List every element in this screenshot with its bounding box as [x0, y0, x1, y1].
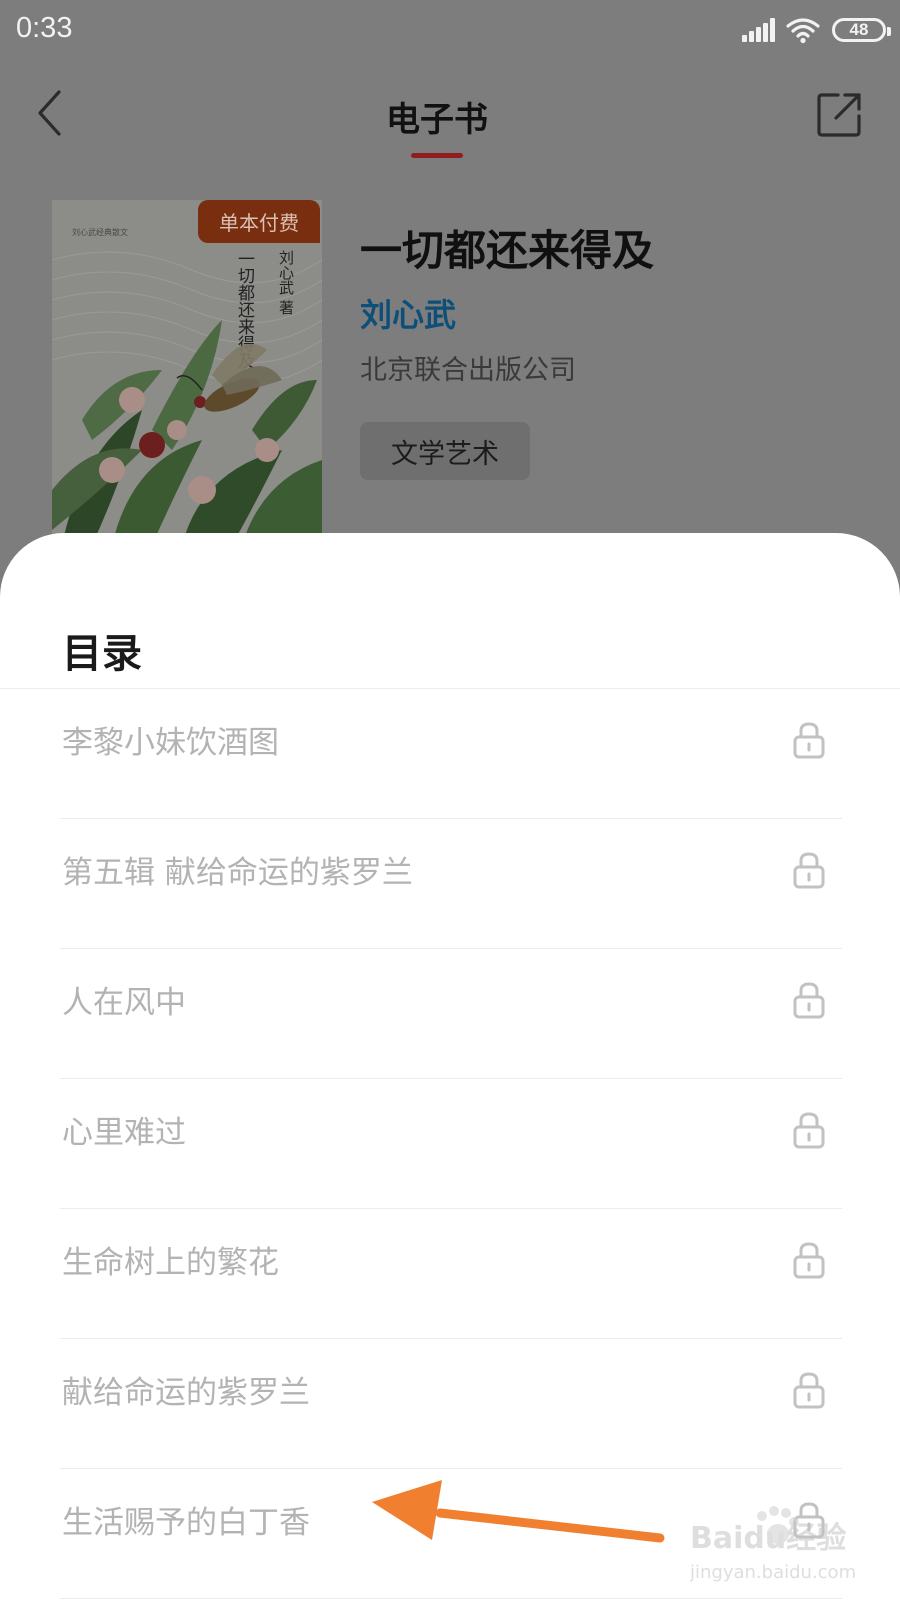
lock-icon — [793, 1242, 825, 1279]
payment-badge: 单本付费 — [198, 200, 320, 243]
status-bar: 0:33 48 — [0, 0, 900, 60]
cover-author: 刘心武 著 — [277, 250, 295, 315]
toc-item[interactable]: 献给命运的紫罗兰 — [0, 1339, 900, 1469]
lock-icon — [793, 982, 825, 1019]
back-icon[interactable] — [30, 88, 70, 138]
toc-item-label: 第五辑 献给命运的紫罗兰 — [62, 855, 413, 891]
divider — [60, 1598, 842, 1599]
watermark-brand: Baidu经验 — [690, 1521, 846, 1556]
toc-item[interactable]: 第五辑 献给命运的紫罗兰 — [0, 819, 900, 949]
book-publisher: 北京联合出版公司 — [360, 355, 576, 386]
toc-heading: 目录 — [62, 631, 142, 677]
signal-icon — [742, 18, 776, 42]
share-icon[interactable] — [816, 90, 864, 138]
toc-item-label: 李黎小妹饮酒图 — [62, 725, 279, 761]
book-author-link[interactable]: 刘心武 — [360, 290, 456, 336]
lock-icon — [793, 722, 825, 759]
category-tag[interactable]: 文学艺术 — [360, 422, 530, 480]
toc-item[interactable]: 心里难过 — [0, 1079, 900, 1209]
battery-icon: 48 — [832, 18, 891, 42]
lock-icon — [793, 852, 825, 889]
lock-icon — [793, 1372, 825, 1409]
status-time: 0:33 — [16, 12, 73, 44]
wifi-icon — [786, 18, 820, 44]
toc-item-label: 人在风中 — [62, 985, 186, 1021]
book-cover[interactable]: 刘心武经典散文 一切都还来得及 刘心武 著 — [52, 200, 322, 545]
toc-item-label: 献给命运的紫罗兰 — [62, 1375, 310, 1411]
toc-item[interactable]: 李黎小妹饮酒图 — [0, 689, 900, 819]
watermark-url: jingyan.baidu.com — [690, 1562, 856, 1583]
baidu-watermark: Baidu经验 jingyan.baidu.com — [690, 1506, 856, 1583]
toc-item-label: 生命树上的繁花 — [62, 1245, 279, 1281]
toc-list: 李黎小妹饮酒图 第五辑 献给命运的紫罗兰 人在风中 心里难过 生命树上的繁花 献… — [0, 689, 900, 1599]
title-underline — [411, 153, 463, 158]
cover-illustration: 刘心武经典散文 一切都还来得及 刘心武 著 — [52, 200, 322, 545]
page-title[interactable]: 电子书 — [330, 92, 544, 141]
toc-item[interactable]: 人在风中 — [0, 949, 900, 1079]
toc-item[interactable]: 生命树上的繁花 — [0, 1209, 900, 1339]
cover-series-text: 刘心武经典散文 — [72, 227, 128, 237]
book-title: 一切都还来得及 — [360, 226, 655, 275]
toc-sheet: 目录 李黎小妹饮酒图 第五辑 献给命运的紫罗兰 人在风中 心里难过 生命树上的繁… — [0, 533, 900, 1600]
lock-icon — [793, 1112, 825, 1149]
arrow-annotation — [372, 1480, 665, 1543]
toc-item-label: 生活赐予的白丁香 — [62, 1505, 310, 1541]
toc-item-label: 心里难过 — [62, 1115, 186, 1151]
battery-level: 48 — [849, 20, 869, 39]
